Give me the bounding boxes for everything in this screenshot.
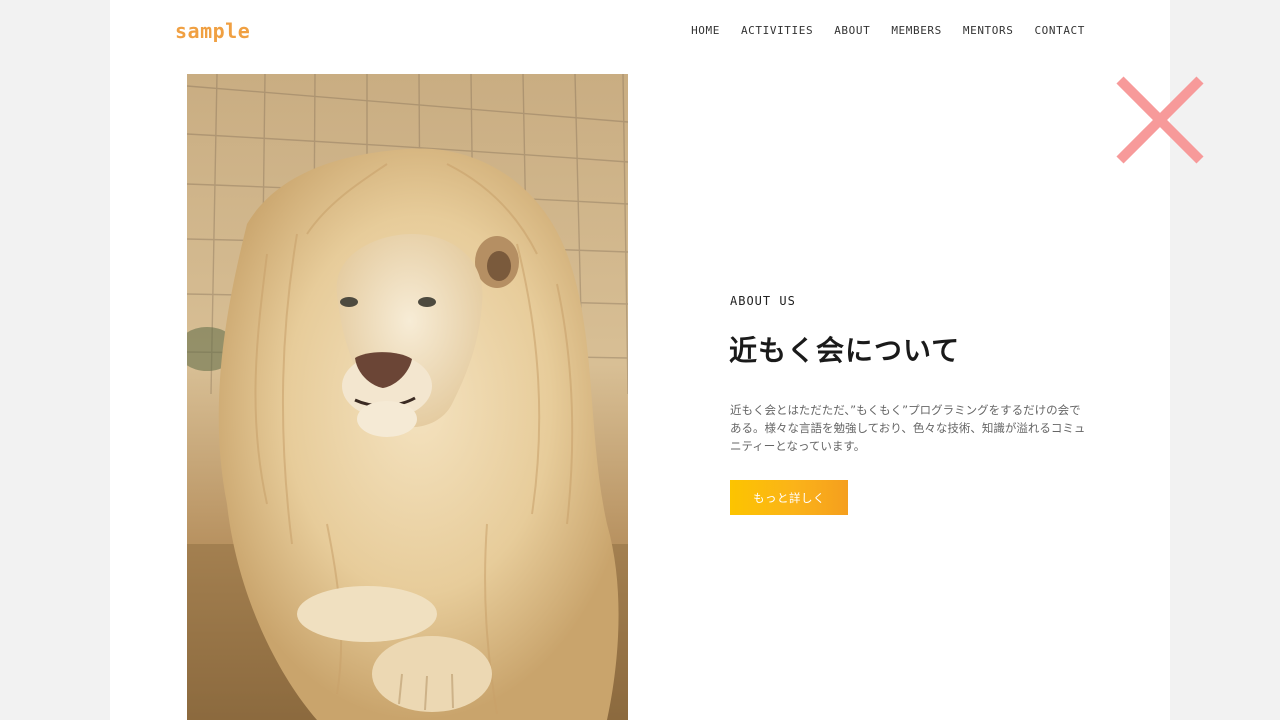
nav-item-activities[interactable]: ACTIVITIES xyxy=(741,24,813,37)
close-icon[interactable] xyxy=(1112,72,1208,168)
site-logo[interactable]: sample xyxy=(175,19,250,43)
more-details-button[interactable]: もっと詳しく xyxy=(730,480,848,515)
nav-item-members[interactable]: MEMBERS xyxy=(891,24,942,37)
nav-item-home[interactable]: HOME xyxy=(691,24,720,37)
page-container: sample HOME ACTIVITIES ABOUT MEMBERS MEN… xyxy=(110,0,1170,720)
about-description: 近もく会とはただただ、”もくもく”プログラミングをするだけの会である。様々な言語… xyxy=(730,403,1086,453)
nav-item-contact[interactable]: CONTACT xyxy=(1034,24,1085,37)
main-nav: HOME ACTIVITIES ABOUT MEMBERS MENTORS CO… xyxy=(670,24,1085,37)
nav-item-mentors[interactable]: MENTORS xyxy=(963,24,1014,37)
about-title: 近もく会について xyxy=(729,334,961,367)
about-eyebrow: ABOUT US xyxy=(730,294,796,308)
nav-item-about[interactable]: ABOUT xyxy=(834,24,870,37)
lion-photo xyxy=(187,74,628,720)
